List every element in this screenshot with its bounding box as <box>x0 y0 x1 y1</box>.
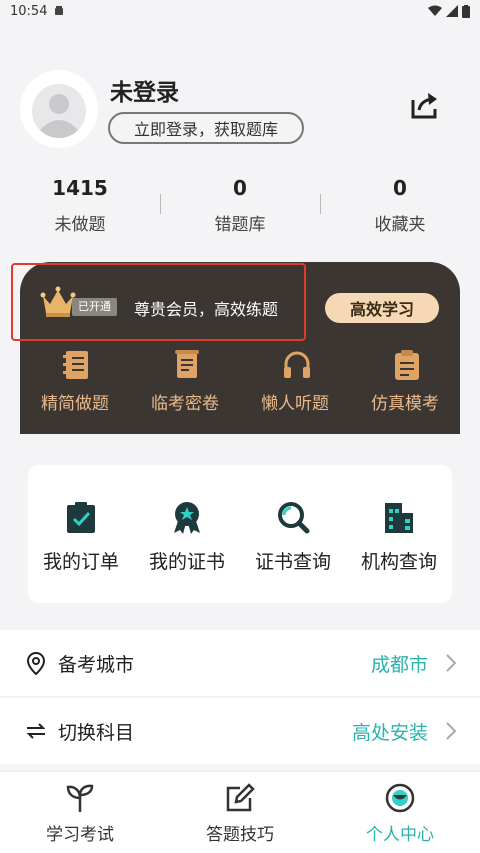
stat-value: 0 <box>233 176 247 200</box>
setting-label: 备考城市 <box>58 654 135 676</box>
signal-icon <box>446 5 458 17</box>
stat-wrong-questions[interactable]: 0 错题库 <box>160 172 320 242</box>
certificate-medal-icon <box>174 502 200 534</box>
service-institution-lookup[interactable]: 机构查询 <box>346 465 452 603</box>
tab-answer-tips[interactable]: 答题技巧 <box>160 772 320 853</box>
scroll-exam-icon <box>175 350 199 378</box>
vip-slogan: 尊贵会员，高效练题 <box>134 300 279 319</box>
chevron-right-icon <box>446 722 457 740</box>
stat-favorites[interactable]: 0 收藏夹 <box>320 172 480 242</box>
service-certificate-lookup[interactable]: 证书查询 <box>240 465 346 603</box>
stat-value: 1415 <box>52 176 108 200</box>
magnifier-icon <box>278 502 310 534</box>
setting-label: 切换科目 <box>58 722 135 744</box>
stat-unanswered[interactable]: 1415 未做题 <box>0 172 160 242</box>
tab-personal-center[interactable]: 个人中心 <box>320 772 480 853</box>
service-label: 证书查询 <box>254 551 331 573</box>
vip-status-badge: 已开通 <box>72 298 117 316</box>
clipboard-icon <box>395 350 419 380</box>
profile-circle-icon <box>385 783 415 813</box>
setting-value: 高处安装 <box>351 722 428 744</box>
stat-label: 未做题 <box>54 215 106 235</box>
avatar[interactable] <box>20 70 98 148</box>
location-pin-icon <box>26 651 46 675</box>
edit-square-icon <box>226 783 255 812</box>
setting-value: 成都市 <box>370 654 428 676</box>
default-avatar-icon <box>20 70 98 148</box>
vip-feature-final-paper[interactable]: 临考密卷 <box>130 345 240 425</box>
swap-icon <box>26 723 46 739</box>
status-bar: 10:54 <box>0 0 480 22</box>
services-card: 我的订单 我的证书 证书查询 机构查询 <box>28 465 452 603</box>
stat-label: 收藏夹 <box>374 215 426 235</box>
vip-feature-listen[interactable]: 懒人听题 <box>240 345 350 425</box>
share-icon[interactable] <box>407 88 441 122</box>
login-button[interactable]: 立即登录，获取题库 <box>108 112 304 144</box>
vip-feature-concise[interactable]: 精简做题 <box>20 345 130 425</box>
setting-exam-city[interactable]: 备考城市 成都市 <box>0 630 480 696</box>
vip-cta-button[interactable]: 高效学习 <box>325 293 439 323</box>
tab-label: 答题技巧 <box>206 825 274 845</box>
setting-switch-subject[interactable]: 切换科目 高处安装 <box>0 698 480 764</box>
service-label: 我的订单 <box>42 551 119 573</box>
vip-feature-label: 精简做题 <box>41 394 109 414</box>
status-time: 10:54 <box>10 3 48 19</box>
username: 未登录 <box>110 80 179 106</box>
wifi-icon <box>428 5 442 16</box>
battery-icon <box>462 4 470 18</box>
vip-feature-label: 临考密卷 <box>151 394 219 414</box>
vip-feature-mock-exam[interactable]: 仿真模考 <box>350 345 460 425</box>
chevron-right-icon <box>446 654 457 672</box>
tab-study-exam[interactable]: 学习考试 <box>0 772 160 853</box>
service-my-orders[interactable]: 我的订单 <box>28 465 134 603</box>
tab-label: 学习考试 <box>46 825 114 845</box>
notebook-icon <box>63 351 88 379</box>
profile-header: 未登录 立即登录，获取题库 <box>0 60 480 160</box>
tab-label: 个人中心 <box>366 825 434 845</box>
vip-features: 精简做题 临考密卷 懒人听题 仿真模考 <box>20 345 460 425</box>
service-label: 机构查询 <box>360 551 437 573</box>
sprout-icon <box>66 784 94 812</box>
notification-icon <box>55 6 64 15</box>
service-label: 我的证书 <box>148 551 225 573</box>
crown-icon <box>40 286 76 317</box>
stats-row: 1415 未做题 0 错题库 0 收藏夹 <box>0 172 480 242</box>
building-icon <box>385 503 413 533</box>
stat-value: 0 <box>393 176 407 200</box>
order-check-icon <box>67 502 95 533</box>
service-my-certificates[interactable]: 我的证书 <box>134 465 240 603</box>
bottom-tab-bar: 学习考试 答题技巧 个人中心 <box>0 771 480 853</box>
vip-feature-label: 懒人听题 <box>261 394 329 414</box>
stat-label: 错题库 <box>214 215 266 235</box>
headphones-icon <box>284 351 310 378</box>
vip-feature-label: 仿真模考 <box>371 394 439 414</box>
